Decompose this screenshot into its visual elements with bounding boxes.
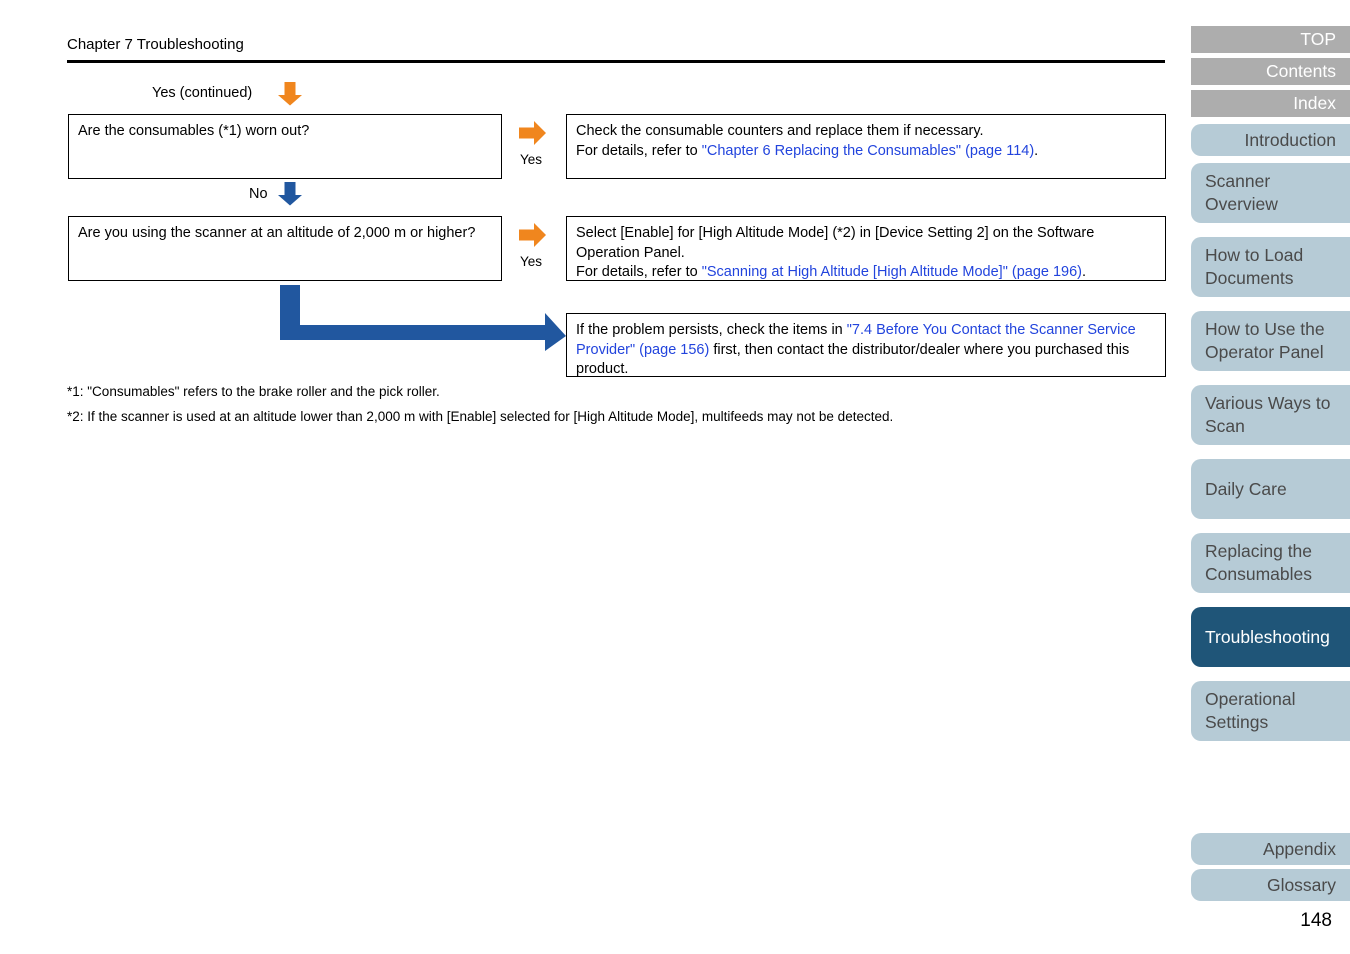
sidebar-item-how-to-use-operator-panel[interactable]: How to Use the Operator Panel (1191, 311, 1350, 371)
header-divider (67, 60, 1165, 63)
sidebar-item-label: Replacing the Consumables (1205, 541, 1313, 584)
sidebar-item-top[interactable]: TOP (1191, 26, 1350, 53)
arrow-right-orange-icon-1 (519, 121, 546, 145)
answer-1-line-2-pre: For details, refer to (576, 142, 702, 159)
sidebar-item-label: Troubleshooting (1205, 626, 1330, 647)
sidebar-item-contents[interactable]: Contents (1191, 58, 1350, 85)
sidebar-item-various-ways-to-scan[interactable]: Various Ways to Scan (1191, 385, 1350, 445)
sidebar-item-troubleshooting[interactable]: Troubleshooting (1191, 607, 1350, 667)
answer-2-line-2: For details, refer to "Scanning at High … (576, 263, 1156, 283)
sidebar-item-appendix[interactable]: Appendix (1191, 833, 1350, 865)
answer-1-line-2-post: . (1034, 142, 1039, 159)
answer-1-line-2: For details, refer to "Chapter 6 Replaci… (576, 142, 1156, 162)
sidebar-item-label: Operational Settings (1205, 689, 1296, 732)
sidebar-item-introduction[interactable]: Introduction (1191, 124, 1350, 156)
flow-no-label: No (249, 186, 268, 202)
flow-entry-label: Yes (continued) (152, 85, 253, 101)
question-text-1: Are the consumables (*1) worn out? (78, 123, 310, 139)
sidebar-item-label: Various Ways to Scan (1205, 393, 1331, 436)
sidebar-item-label: Introduction (1244, 129, 1336, 150)
arrow-right-orange-icon-2 (519, 223, 546, 247)
question-box-2: Are you using the scanner at an altitude… (68, 216, 502, 281)
sidebar-item-label: How to Load Documents (1205, 245, 1304, 288)
answer-2-line-1: Select [Enable] for [High Altitude Mode]… (576, 225, 1095, 261)
arrow-down-blue-icon (278, 182, 302, 206)
answer-2-line-2-pre: For details, refer to (576, 264, 702, 280)
sidebar-item-label: Appendix (1263, 838, 1336, 859)
answer-box-2: Select [Enable] for [High Altitude Mode]… (566, 216, 1166, 281)
final-answer-box: If the problem persists, check the items… (566, 313, 1166, 377)
sidebar-item-label: How to Use the Operator Panel (1205, 319, 1325, 362)
page-title: Chapter 7 Troubleshooting (67, 36, 244, 53)
sidebar-item-label: Scanner Overview (1205, 171, 1278, 214)
sidebar-item-label: Contents (1265, 61, 1336, 81)
sidebar-item-daily-care[interactable]: Daily Care (1191, 459, 1350, 519)
sidebar-item-label: Daily Care (1205, 478, 1287, 499)
sidebar-item-index[interactable]: Index (1191, 90, 1350, 117)
answer-box-1: Check the consumable counters and replac… (566, 114, 1166, 179)
answer-1-link[interactable]: "Chapter 6 Replacing the Consumables" (p… (702, 143, 1034, 159)
branch-2-yes-tag: Yes (520, 254, 543, 269)
sidebar-item-operational-settings[interactable]: Operational Settings (1191, 681, 1350, 741)
sidebar-item-glossary[interactable]: Glossary (1191, 869, 1350, 901)
sidebar-item-label: Glossary (1266, 874, 1336, 895)
answer-1-line-1: Check the consumable counters and replac… (576, 123, 984, 139)
sidebar-item-replacing-the-consumables[interactable]: Replacing the Consumables (1191, 533, 1350, 593)
page-number: 148 (1300, 910, 1332, 931)
sidebar-item-label: TOP (1300, 29, 1336, 49)
page-header: Chapter 7 Troubleshooting (67, 36, 1165, 54)
sidebar-item-label: Index (1293, 93, 1336, 113)
arrow-down-orange-icon (278, 82, 302, 106)
branch-1-yes-tag: Yes (520, 152, 543, 167)
sidebar-item-scanner-overview[interactable]: Scanner Overview (1191, 163, 1350, 223)
question-text-2: Are you using the scanner at an altitude… (78, 225, 476, 241)
final-text-pre: If the problem persists, check the items… (576, 322, 847, 338)
footnote-1: *1: "Consumables" refers to the brake ro… (67, 384, 440, 399)
sidebar-item-how-to-load-documents[interactable]: How to Load Documents (1191, 237, 1350, 297)
answer-2-link[interactable]: "Scanning at High Altitude [High Altitud… (702, 264, 1082, 280)
footnote-2: *2: If the scanner is used at an altitud… (67, 409, 894, 424)
arrow-elbow-blue-icon (280, 285, 566, 351)
answer-2-line-2-post: . (1082, 264, 1087, 280)
question-box-1: Are the consumables (*1) worn out? (68, 114, 502, 179)
